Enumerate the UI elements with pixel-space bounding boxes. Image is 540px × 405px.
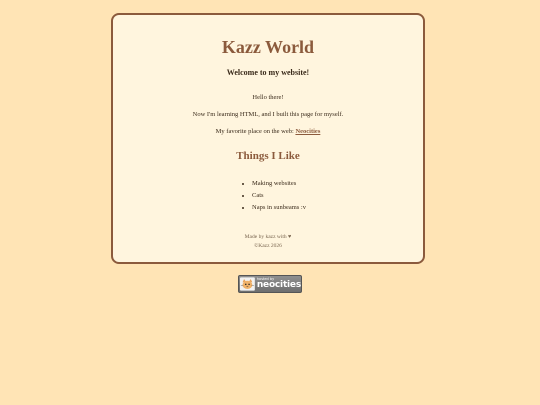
learning-paragraph: Now I'm learning HTML, and I built this … xyxy=(192,111,344,118)
favorite-prefix: My favorite place on the web: xyxy=(215,128,296,135)
things-heading: Things I Like xyxy=(236,150,300,162)
welcome-heading: Welcome to my website! xyxy=(226,68,310,77)
list-item: Naps in sunbeams :v xyxy=(252,202,306,214)
footer: Made by kazz with ♥ ©Kazz 2026 xyxy=(113,233,423,251)
footer-copyright: ©Kazz 2026 xyxy=(254,243,282,249)
badge-text: hosted by neocities xyxy=(256,277,301,291)
badge-big-text: neocities xyxy=(256,280,301,291)
neocities-cat-icon xyxy=(240,277,255,291)
neocities-link[interactable]: Neocities xyxy=(295,128,320,135)
intro-paragraph: Hello there! xyxy=(252,94,284,101)
things-list: Making websites Cats Naps in sunbeams :v xyxy=(241,178,306,214)
favorite-paragraph: My favorite place on the web: Neocities xyxy=(113,128,423,135)
site-title: Kazz World xyxy=(221,37,315,57)
list-item: Cats xyxy=(252,190,306,202)
neocities-badge[interactable]: hosted by neocities xyxy=(238,275,302,293)
list-item: Making websites xyxy=(252,178,306,190)
footer-credit: Made by kazz with ♥ xyxy=(244,234,292,240)
content-card: Kazz World Welcome to my website! Hello … xyxy=(111,13,425,264)
